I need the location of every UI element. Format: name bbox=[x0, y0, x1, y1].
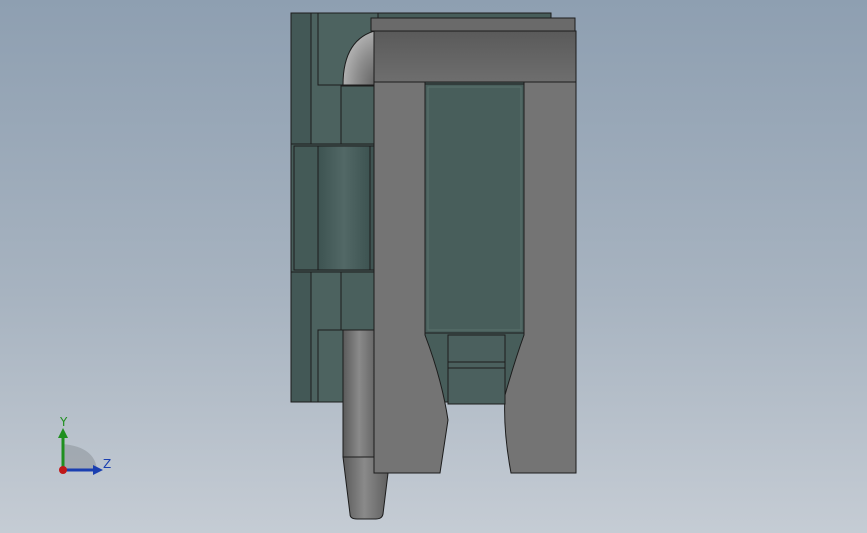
triad-plane bbox=[63, 444, 97, 470]
cad-model-view[interactable]: Y Z bbox=[0, 0, 867, 533]
coordinate-triad: Y Z bbox=[58, 415, 111, 475]
y-arrow-head bbox=[58, 428, 68, 438]
center-window bbox=[424, 83, 525, 334]
y-axis-label: Y bbox=[59, 415, 68, 429]
origin-dot bbox=[59, 466, 67, 474]
z-axis-label: Z bbox=[103, 457, 111, 471]
z-arrow-head bbox=[93, 465, 103, 475]
cad-viewport[interactable]: Y Z bbox=[0, 0, 867, 533]
